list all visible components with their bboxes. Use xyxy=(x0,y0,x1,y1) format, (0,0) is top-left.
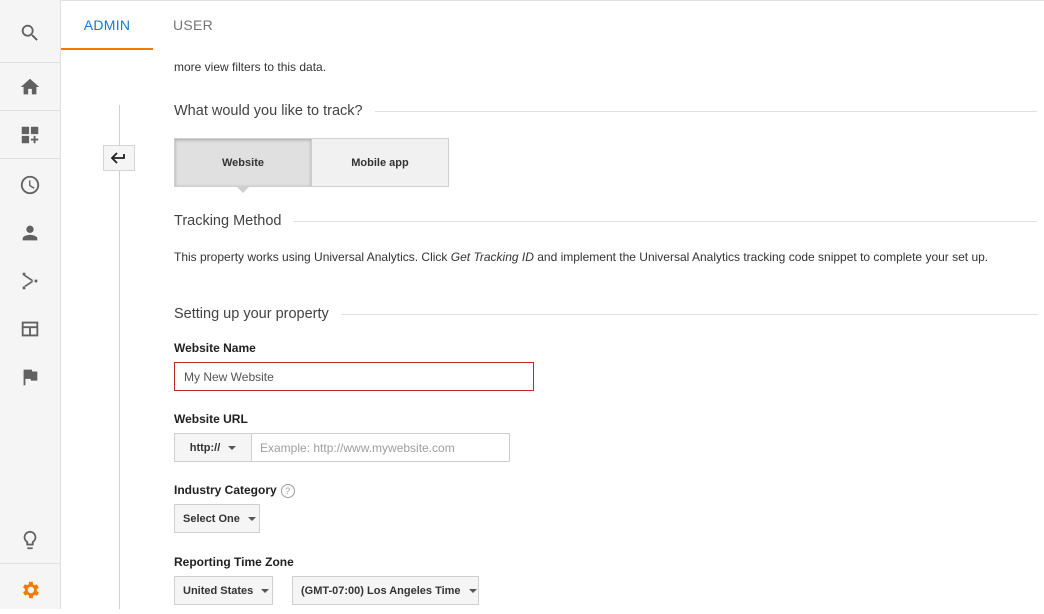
tracking-method-heading: Tracking Method xyxy=(174,213,282,229)
flag-icon xyxy=(23,369,38,386)
mobile-app-option[interactable]: Mobile app xyxy=(311,138,449,187)
industry-category-dropdown[interactable]: Select One xyxy=(174,504,260,533)
country-dropdown[interactable]: United States xyxy=(174,576,273,605)
protocol-value: http:// xyxy=(189,441,221,454)
track-heading-row: What would you like to track? xyxy=(174,103,1037,119)
website-option-label: Website xyxy=(222,156,264,169)
lightbulb-icon xyxy=(23,530,37,550)
help-icon[interactable]: ? xyxy=(280,483,295,498)
track-heading: What would you like to track? xyxy=(174,103,363,119)
acquisition-button[interactable] xyxy=(0,257,60,305)
home-icon xyxy=(20,78,40,95)
audience-button[interactable] xyxy=(0,209,60,257)
chevron-down-icon xyxy=(261,588,270,593)
clock-icon xyxy=(20,175,40,195)
reporting-time-zone-label: Reporting Time Zone xyxy=(174,555,294,569)
top-tabs: ADMIN USER xyxy=(61,0,1044,50)
website-name-value: My New Website xyxy=(184,369,274,384)
section-rule xyxy=(340,313,1038,315)
tracking-text-before: This property works using Universal Anal… xyxy=(174,250,451,264)
conversions-button[interactable] xyxy=(0,353,60,401)
behavior-icon xyxy=(21,321,39,337)
sidebar-divider xyxy=(0,563,60,564)
website-url-placeholder: Example: http://www.mywebsite.com xyxy=(260,440,455,455)
industry-category-label: Industry Category xyxy=(174,483,277,497)
search-icon xyxy=(21,24,38,41)
setup-heading: Setting up your property xyxy=(174,306,329,322)
website-name-label: Website Name xyxy=(174,341,256,355)
protocol-dropdown[interactable]: http:// xyxy=(174,433,252,462)
section-rule xyxy=(374,110,1037,112)
chevron-down-icon xyxy=(247,516,256,521)
website-url-label: Website URL xyxy=(174,412,248,426)
acquisition-icon xyxy=(22,272,38,290)
tracking-method-heading-row: Tracking Method xyxy=(174,213,1038,229)
industry-category-label-row: Industry Category? xyxy=(174,483,295,498)
industry-category-value: Select One xyxy=(183,512,240,525)
left-nav-sidebar xyxy=(0,0,61,609)
intro-text: more view filters to this data. xyxy=(174,60,327,74)
insights-button[interactable] xyxy=(0,516,60,564)
back-button[interactable] xyxy=(103,145,135,171)
wizard-rail-line xyxy=(119,105,120,609)
behavior-button[interactable] xyxy=(0,305,60,353)
tab-admin[interactable]: ADMIN xyxy=(61,0,153,50)
time-zone-value: (GMT-07:00) Los Angeles Time xyxy=(301,584,461,597)
search-button[interactable] xyxy=(0,9,60,57)
home-button[interactable] xyxy=(0,63,60,111)
website-url-input[interactable]: Example: http://www.mywebsite.com xyxy=(251,433,510,462)
country-value: United States xyxy=(183,584,254,597)
tracking-method-description: This property works using Universal Anal… xyxy=(174,248,1040,266)
customization-button[interactable] xyxy=(0,111,60,159)
website-name-input[interactable]: My New Website xyxy=(174,362,534,391)
sidebar-divider xyxy=(0,158,60,159)
website-option[interactable]: Website xyxy=(174,138,312,193)
admin-settings-button[interactable] xyxy=(0,566,60,614)
realtime-button[interactable] xyxy=(0,161,60,209)
chevron-down-icon xyxy=(468,588,477,593)
tracking-text-emphasis: Get Tracking ID xyxy=(450,250,534,264)
section-rule xyxy=(293,220,1038,222)
tab-user[interactable]: USER xyxy=(161,0,225,50)
chevron-down-icon xyxy=(228,445,237,450)
gear-icon xyxy=(23,581,39,599)
mobile-app-option-label: Mobile app xyxy=(351,156,409,169)
setup-heading-row: Setting up your property xyxy=(174,306,1038,322)
customization-icon xyxy=(21,126,39,144)
person-icon xyxy=(22,225,38,241)
back-arrow-icon xyxy=(111,152,125,164)
time-zone-dropdown[interactable]: (GMT-07:00) Los Angeles Time xyxy=(292,576,479,605)
tracking-text-after: and implement the Universal Analytics tr… xyxy=(533,250,989,264)
